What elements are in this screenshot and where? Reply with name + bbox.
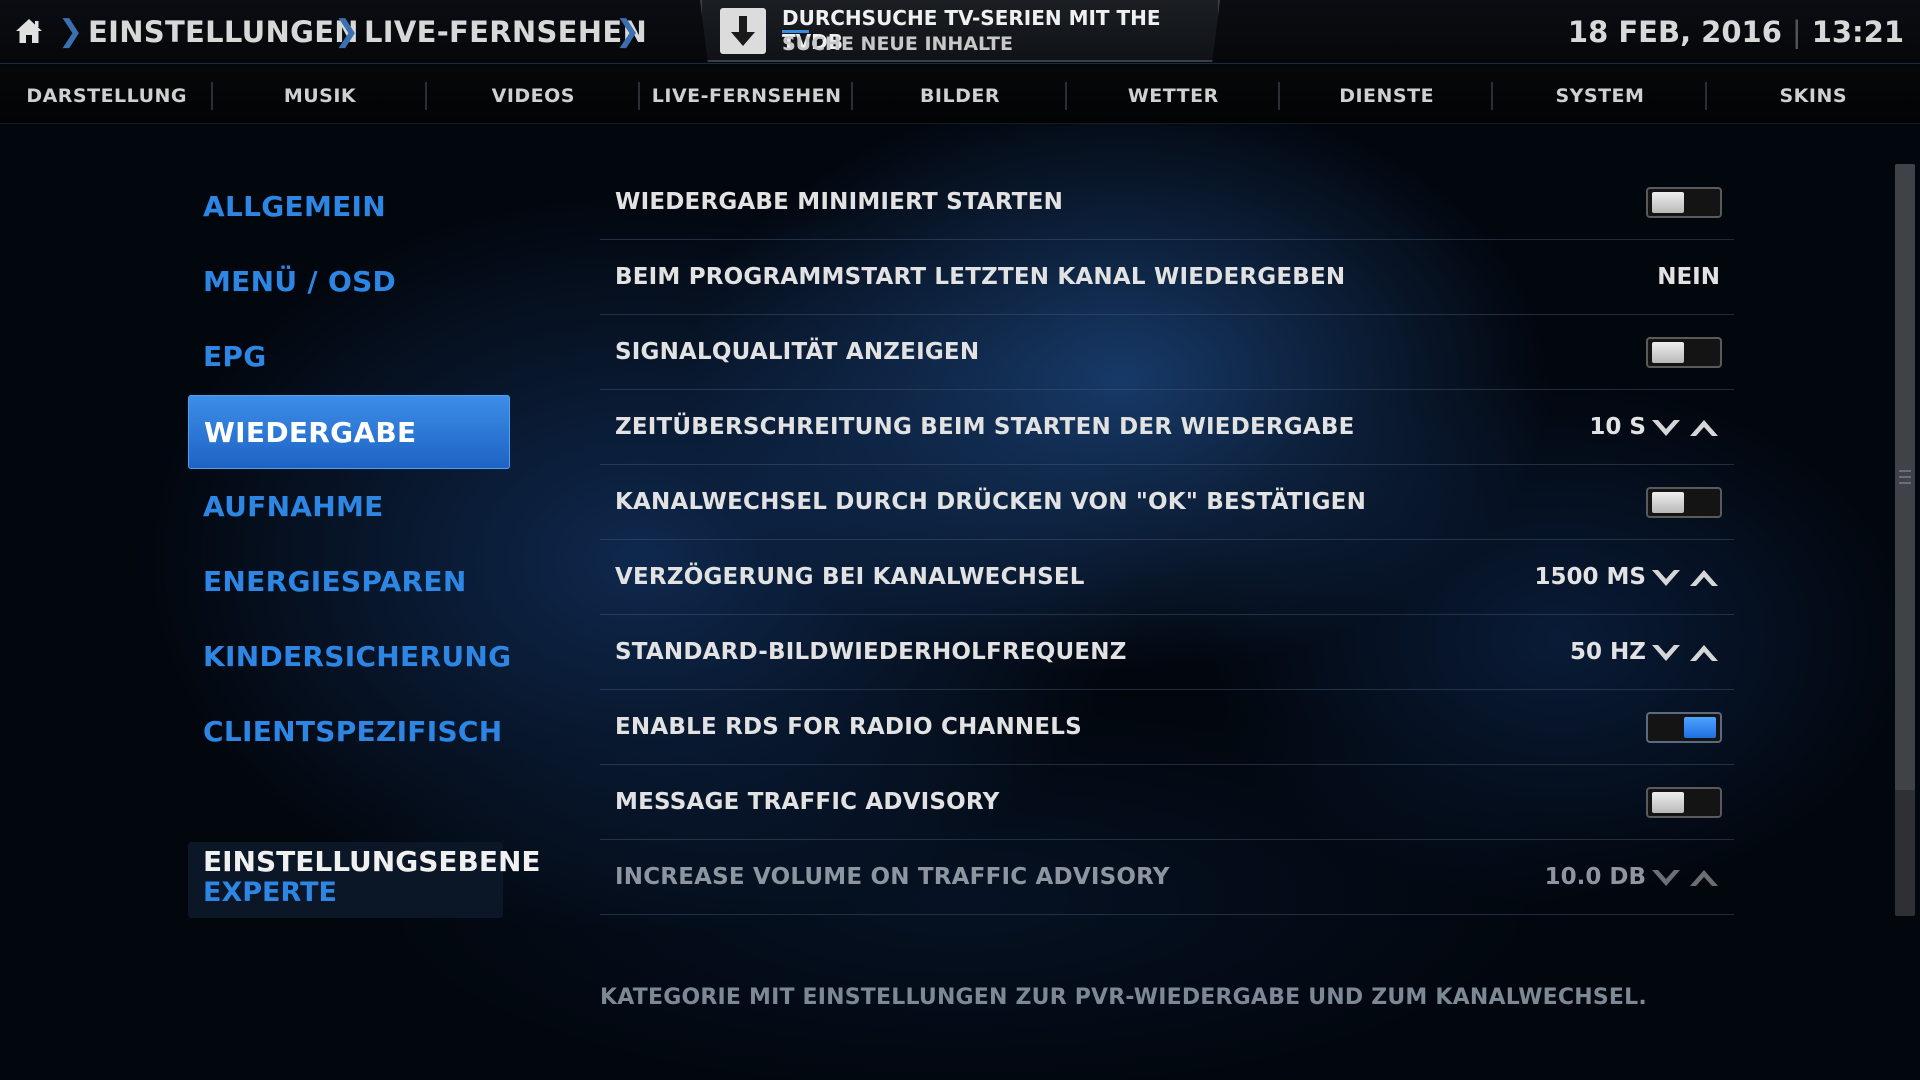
chevron-down-icon[interactable] (1650, 639, 1682, 667)
setting-label: BEIM PROGRAMMSTART LETZTEN KANAL WIEDERG… (615, 264, 1346, 290)
toggle-knob (1684, 717, 1716, 738)
setting-row[interactable]: VERZÖGERUNG BEI KANALWECHSEL 1500 MS (600, 540, 1734, 615)
section-epg[interactable]: EPG (188, 320, 510, 394)
scrollbar-grip (1899, 482, 1911, 484)
category-bilder[interactable]: BILDER (853, 68, 1067, 124)
date-time-separator: | (1791, 15, 1802, 49)
category-skins[interactable]: SKINS (1707, 68, 1920, 124)
toggle-knob (1652, 342, 1684, 363)
settings-scrollbar[interactable] (1895, 164, 1915, 916)
setting-value: NEIN (1657, 264, 1720, 290)
toggle-switch[interactable] (1646, 487, 1722, 518)
toggle-switch[interactable] (1646, 787, 1722, 818)
settings-level-button[interactable]: EINSTELLUNGSEBENE EXPERTE (188, 842, 541, 918)
toggle-knob (1652, 192, 1684, 213)
setting-label: VERZÖGERUNG BEI KANALWECHSEL (615, 564, 1085, 590)
category-dienste[interactable]: DIENSTE (1280, 68, 1494, 124)
chevron-up-icon[interactable] (1688, 639, 1720, 667)
section-clientspezifisch[interactable]: CLIENTSPEZIFISCH (188, 695, 510, 769)
toggle-knob (1652, 492, 1684, 513)
setting-row[interactable]: STANDARD-BILDWIEDERHOLFREQUENZ 50 HZ (600, 615, 1734, 690)
section-allgemein[interactable]: ALLGEMEIN (188, 170, 510, 244)
setting-value: 10 S (1589, 414, 1646, 440)
section-aufnahme[interactable]: AUFNAHME (188, 470, 510, 544)
chevron-down-icon[interactable] (1650, 564, 1682, 592)
setting-row[interactable]: MESSAGE TRAFFIC ADVISORY (600, 765, 1734, 840)
setting-value: 10.0 DB (1544, 864, 1646, 890)
section-description: KATEGORIE MIT EINSTELLUNGEN ZUR PVR-WIED… (600, 985, 1647, 1010)
category-system[interactable]: SYSTEM (1493, 68, 1707, 124)
breadcrumb-separator: ❯ (615, 14, 641, 49)
section-wiedergabe[interactable]: WIEDERGABE (188, 395, 510, 469)
settings-level-value: EXPERTE (203, 877, 337, 908)
section-kindersicherung[interactable]: KINDERSICHERUNG (188, 620, 511, 694)
scrollbar-grip (1899, 470, 1911, 472)
breadcrumb-settings[interactable]: EINSTELLUNGEN (88, 12, 359, 52)
settings-level-title: EINSTELLUNGSEBENE (203, 845, 541, 878)
notification-subtitle: SUCHE NEUE INHALTE (782, 33, 1013, 55)
setting-row[interactable]: KANALWECHSEL DURCH DRÜCKEN VON "OK" BEST… (600, 465, 1734, 540)
scrollbar-thumb[interactable] (1895, 164, 1915, 790)
time-label: 13:21 (1811, 15, 1904, 49)
setting-label: ENABLE RDS FOR RADIO CHANNELS (615, 714, 1082, 740)
setting-row[interactable]: WIEDERGABE MINIMIERT STARTEN (600, 165, 1734, 240)
setting-row[interactable]: ENABLE RDS FOR RADIO CHANNELS (600, 690, 1734, 765)
top-bar: ❯ EINSTELLUNGEN ❯ LIVE-FERNSEHEN ❯ DURCH… (0, 0, 1920, 64)
category-wetter[interactable]: WETTER (1067, 68, 1281, 124)
section-energiesparen[interactable]: ENERGIESPAREN (188, 545, 510, 619)
section-menu-osd[interactable]: MENÜ / OSD (188, 245, 510, 319)
setting-row[interactable]: BEIM PROGRAMMSTART LETZTEN KANAL WIEDERG… (600, 240, 1734, 315)
value-spinner (1650, 564, 1720, 592)
value-spinner (1650, 864, 1720, 892)
setting-label: STANDARD-BILDWIEDERHOLFREQUENZ (615, 639, 1127, 665)
category-videos[interactable]: VIDEOS (427, 68, 641, 124)
setting-value: 1500 MS (1534, 564, 1646, 590)
toggle-knob (1652, 792, 1684, 813)
setting-value: 50 HZ (1570, 639, 1646, 665)
background-task-notification: DURCHSUCHE TV-SERIEN MIT THE TVDB SUCHE … (700, 0, 1220, 62)
scrollbar-grip (1899, 476, 1911, 478)
setting-label: KANALWECHSEL DURCH DRÜCKEN VON "OK" BEST… (615, 489, 1367, 515)
chevron-down-icon[interactable] (1650, 414, 1682, 442)
value-spinner (1650, 639, 1720, 667)
toggle-switch[interactable] (1646, 187, 1722, 218)
kodi-settings-screen: ❯ EINSTELLUNGEN ❯ LIVE-FERNSEHEN ❯ DURCH… (0, 0, 1920, 1080)
setting-label: WIEDERGABE MINIMIERT STARTEN (615, 189, 1064, 215)
category-musik[interactable]: MUSIK (213, 68, 427, 124)
toggle-switch[interactable] (1646, 337, 1722, 368)
toggle-switch[interactable] (1646, 712, 1722, 743)
category-darstellung[interactable]: DARSTELLUNG (0, 68, 214, 124)
setting-label: SIGNALQUALITÄT ANZEIGEN (615, 339, 980, 365)
chevron-up-icon[interactable] (1688, 414, 1720, 442)
setting-label: ZEITÜBERSCHREITUNG BEIM STARTEN DER WIED… (615, 414, 1355, 440)
category-live-fernsehen[interactable]: LIVE-FERNSEHEN (640, 68, 854, 124)
breadcrumb-live-tv[interactable]: LIVE-FERNSEHEN (364, 12, 647, 52)
home-icon[interactable] (14, 16, 44, 46)
setting-row[interactable]: SIGNALQUALITÄT ANZEIGEN (600, 315, 1734, 390)
date-label: 18 FEB, 2016 (1567, 15, 1782, 49)
setting-label: INCREASE VOLUME ON TRAFFIC ADVISORY (615, 864, 1170, 890)
setting-row: INCREASE VOLUME ON TRAFFIC ADVISORY 10.0… (600, 840, 1734, 915)
breadcrumb-separator: ❯ (58, 14, 84, 49)
setting-row[interactable]: ZEITÜBERSCHREITUNG BEIM STARTEN DER WIED… (600, 390, 1734, 465)
settings-category-nav: DARSTELLUNG MUSIK VIDEOS LIVE-FERNSEHEN … (0, 68, 1920, 124)
setting-label: MESSAGE TRAFFIC ADVISORY (615, 789, 1000, 815)
download-arrow-icon (720, 8, 766, 54)
value-spinner (1650, 414, 1720, 442)
breadcrumb-separator: ❯ (334, 14, 360, 49)
chevron-up-icon[interactable] (1688, 564, 1720, 592)
chevron-up-icon (1688, 864, 1720, 892)
chevron-down-icon (1650, 864, 1682, 892)
date-time: 18 FEB, 2016 | 13:21 (1568, 12, 1904, 52)
